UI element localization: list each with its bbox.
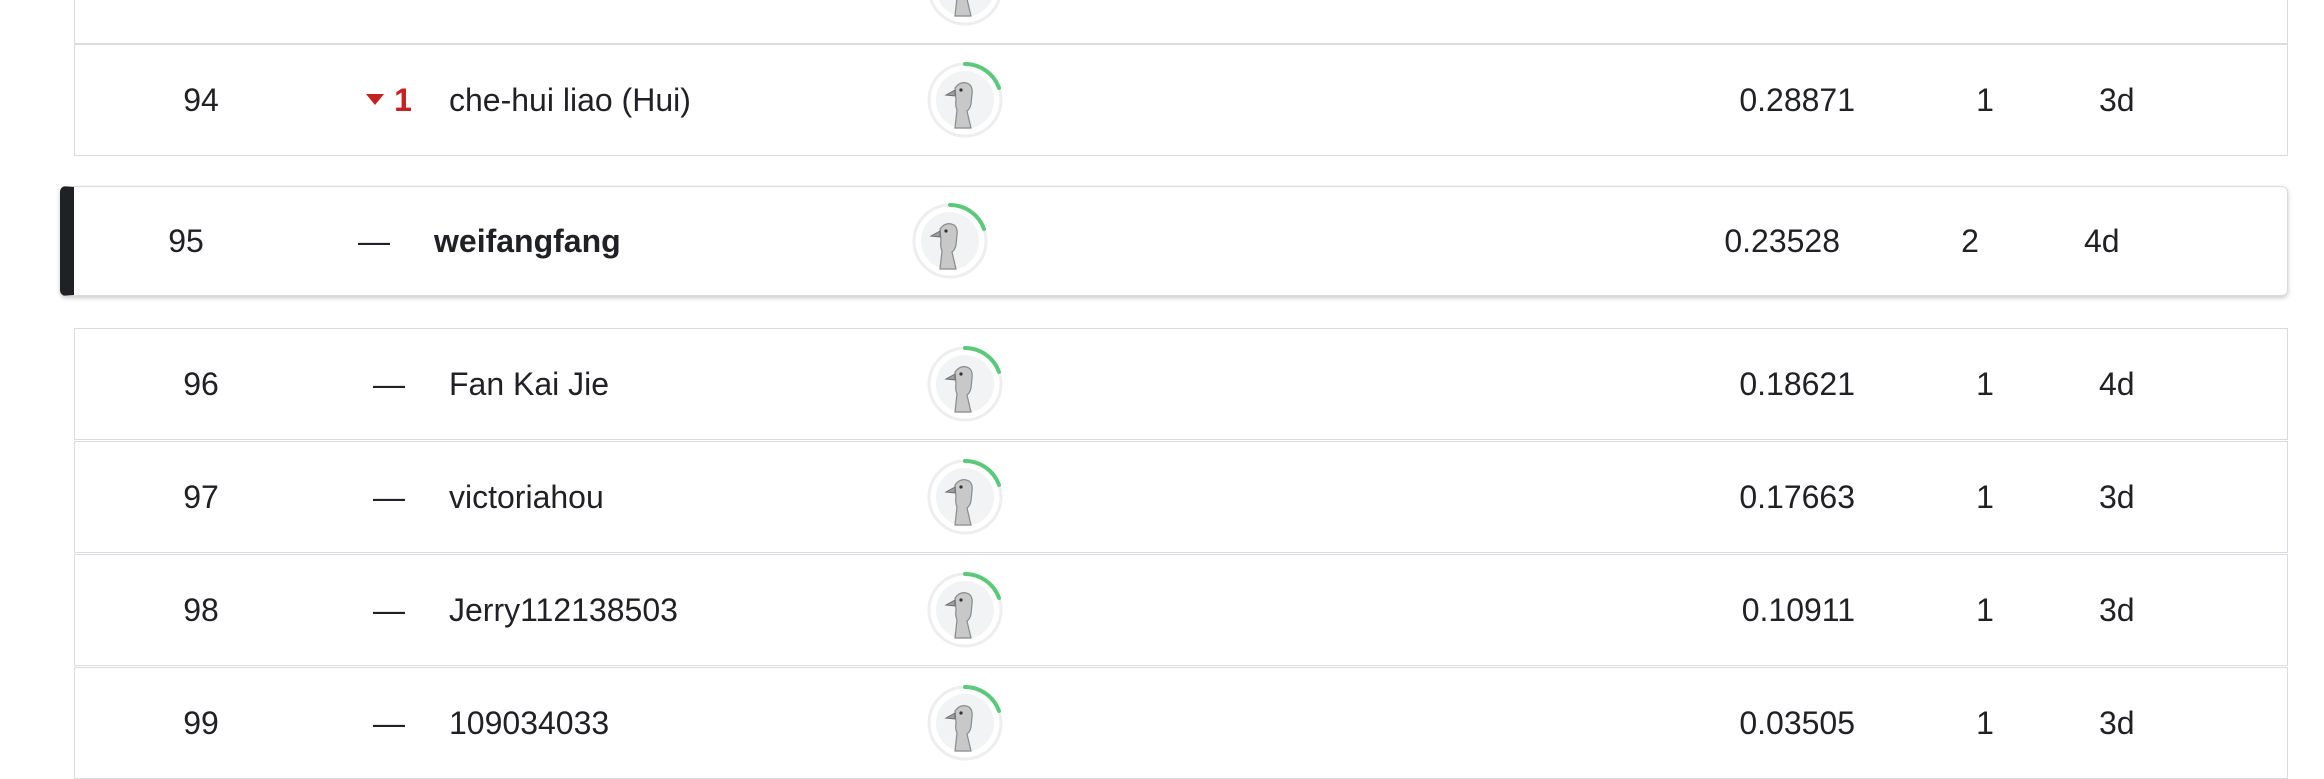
rank-cell: 99 [183, 705, 219, 741]
rank-change-value: 1 [394, 82, 412, 118]
team-name[interactable]: victoriahou [449, 481, 604, 513]
rank-change: — [314, 225, 434, 257]
last-submission-cell: 3d [2099, 592, 2135, 628]
rank-change-value: — [373, 479, 405, 515]
team-name[interactable]: Jerry112138503 [449, 594, 678, 626]
score-cell: 0.17663 [1739, 479, 1855, 515]
rank-change-value: — [358, 223, 390, 259]
table-row[interactable]: 96 — Fan Kai Jie 0.18621 1 4d [74, 328, 2288, 440]
table-row-current-user[interactable]: 95 — weifangfang 0.23528 2 4d [60, 186, 2288, 296]
entries-cell: 1 [1976, 479, 1994, 515]
rank-change: 1 [329, 84, 449, 116]
last-submission-cell: 3d [2099, 705, 2135, 741]
leaderboard-table: 94 1 che-hui liao (Hui) 0.28871 1 3d 95 — weifa… [0, 0, 2324, 779]
rank-cell: 96 [183, 366, 219, 402]
score-cell: 0.03505 [1739, 705, 1855, 741]
team-name[interactable]: che-hui liao (Hui) [449, 84, 691, 116]
rank-change-value: — [373, 705, 405, 741]
score-cell: 0.23528 [1724, 223, 1840, 259]
goose-avatar-icon[interactable] [927, 346, 1003, 422]
table-row[interactable]: 94 1 che-hui liao (Hui) 0.28871 1 3d [74, 44, 2288, 156]
score-cell: 0.18621 [1739, 366, 1855, 402]
triangle-down-icon [366, 94, 385, 106]
entries-cell: 1 [1976, 592, 1994, 628]
last-submission-cell: 3d [2099, 82, 2135, 118]
entries-cell: 1 [1976, 366, 1994, 402]
goose-avatar-icon[interactable] [927, 572, 1003, 648]
team-name[interactable]: Fan Kai Jie [449, 368, 609, 400]
table-row[interactable]: 98 — Jerry112138503 0.10911 1 3d [74, 554, 2288, 666]
table-row[interactable]: 99 — 109034033 0.03505 1 3d [74, 667, 2288, 779]
last-submission-cell: 3d [2099, 479, 2135, 515]
rank-cell: 94 [183, 82, 219, 118]
rank-change: — [329, 481, 449, 513]
rank-cell: 97 [183, 479, 219, 515]
rank-cell: 95 [168, 223, 204, 259]
rank-cell: 98 [183, 592, 219, 628]
goose-avatar-icon[interactable] [927, 0, 1003, 26]
last-submission-cell: 4d [2099, 366, 2135, 402]
table-row[interactable] [74, 0, 2288, 44]
goose-avatar-icon[interactable] [927, 685, 1003, 761]
goose-avatar-icon[interactable] [912, 203, 988, 279]
rank-change: — [329, 707, 449, 739]
entries-cell: 1 [1976, 82, 1994, 118]
table-row[interactable]: 97 — victoriahou 0.17663 1 3d [74, 441, 2288, 553]
last-submission-cell: 4d [2084, 223, 2120, 259]
entries-cell: 2 [1961, 223, 1979, 259]
rank-change: — [329, 594, 449, 626]
goose-avatar-icon[interactable] [927, 62, 1003, 138]
rank-change: — [329, 368, 449, 400]
score-cell: 0.28871 [1739, 82, 1855, 118]
rank-change-value: — [373, 592, 405, 628]
rank-change-value: — [373, 366, 405, 402]
team-name[interactable]: 109034033 [449, 707, 609, 739]
entries-cell: 1 [1976, 705, 1994, 741]
goose-avatar-icon[interactable] [927, 459, 1003, 535]
score-cell: 0.10911 [1741, 592, 1855, 628]
team-name[interactable]: weifangfang [434, 225, 621, 257]
